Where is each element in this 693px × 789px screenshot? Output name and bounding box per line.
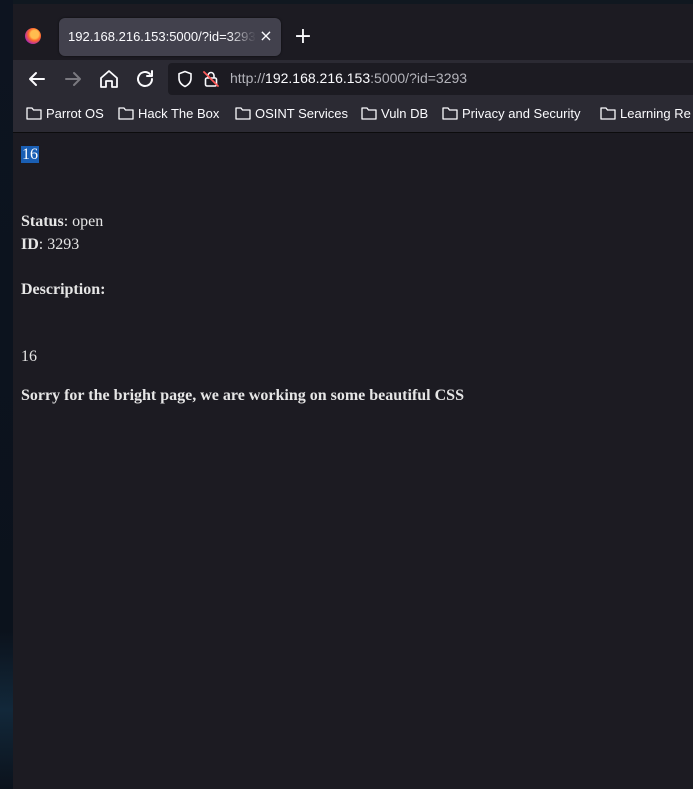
tab-active[interactable]: 192.168.216.153:5000/?id=3293 × — [59, 18, 281, 56]
url-host: 192.168.216.153 — [265, 70, 371, 86]
url-text[interactable]: http://192.168.216.153:5000/?id=3293 — [230, 70, 467, 86]
bookmark-privacy-security[interactable]: Privacy and Security — [442, 106, 581, 124]
bookmark-parrot-os[interactable]: Parrot OS — [26, 106, 104, 124]
selected-number: 16 — [21, 146, 39, 163]
new-tab-icon[interactable]: + — [293, 25, 313, 49]
tab-title: 192.168.216.153:5000/?id=3293 — [68, 29, 256, 44]
bookmark-label: Vuln DB — [381, 106, 429, 121]
folder-icon — [235, 107, 251, 120]
bookmark-learning-resources[interactable]: Learning Re — [600, 106, 691, 124]
bookmark-osint-services[interactable]: OSINT Services — [235, 106, 348, 124]
tracking-shield-icon[interactable] — [176, 70, 194, 88]
url-scheme: http:// — [230, 70, 266, 86]
forward-arrow-icon[interactable] — [61, 67, 85, 91]
bookmarks-toolbar: Parrot OS Hack The Box OSINT Services Vu… — [13, 98, 693, 133]
home-icon[interactable] — [97, 67, 121, 91]
browser-window: 192.168.216.153:5000/?id=3293 × + http:/… — [13, 4, 693, 789]
url-path: :5000/?id=3293 — [370, 70, 468, 86]
insecure-lock-icon[interactable] — [202, 70, 220, 88]
id-value: : 3293 — [38, 236, 80, 253]
bookmark-label: Learning Re — [620, 106, 691, 121]
bookmark-label: Parrot OS — [46, 106, 104, 121]
page-content: 16 Status: open ID: 3293 Description: 16… — [13, 133, 693, 789]
folder-icon — [118, 107, 134, 120]
reload-icon[interactable] — [133, 67, 157, 91]
id-line: ID: 3293 — [21, 235, 79, 255]
description-value: 16 — [21, 348, 37, 365]
tab-strip: 192.168.216.153:5000/?id=3293 × + — [13, 4, 693, 60]
folder-icon — [26, 107, 42, 120]
status-label: Status — [21, 213, 64, 230]
tab-close-icon[interactable]: × — [259, 26, 273, 46]
id-label: ID — [21, 236, 39, 253]
status-line: Status: open — [21, 212, 103, 232]
folder-icon — [600, 107, 616, 120]
bookmark-vuln-db[interactable]: Vuln DB — [361, 106, 428, 124]
url-bar[interactable]: http://192.168.216.153:5000/?id=3293 — [168, 63, 693, 95]
description-label: Description: — [21, 281, 106, 298]
navigation-toolbar: http://192.168.216.153:5000/?id=3293 — [13, 60, 693, 98]
folder-icon — [361, 107, 377, 120]
status-value: : open — [63, 213, 104, 230]
back-arrow-icon[interactable] — [25, 67, 49, 91]
bookmark-label: Hack The Box — [138, 106, 220, 121]
bookmark-label: Privacy and Security — [462, 106, 581, 121]
firefox-icon[interactable] — [25, 28, 41, 44]
bookmark-hack-the-box[interactable]: Hack The Box — [118, 106, 219, 124]
folder-icon — [442, 107, 458, 120]
bookmark-label: OSINT Services — [255, 106, 348, 121]
footer-note: Sorry for the bright page, we are workin… — [21, 387, 464, 404]
desktop-left-edge — [0, 0, 13, 789]
